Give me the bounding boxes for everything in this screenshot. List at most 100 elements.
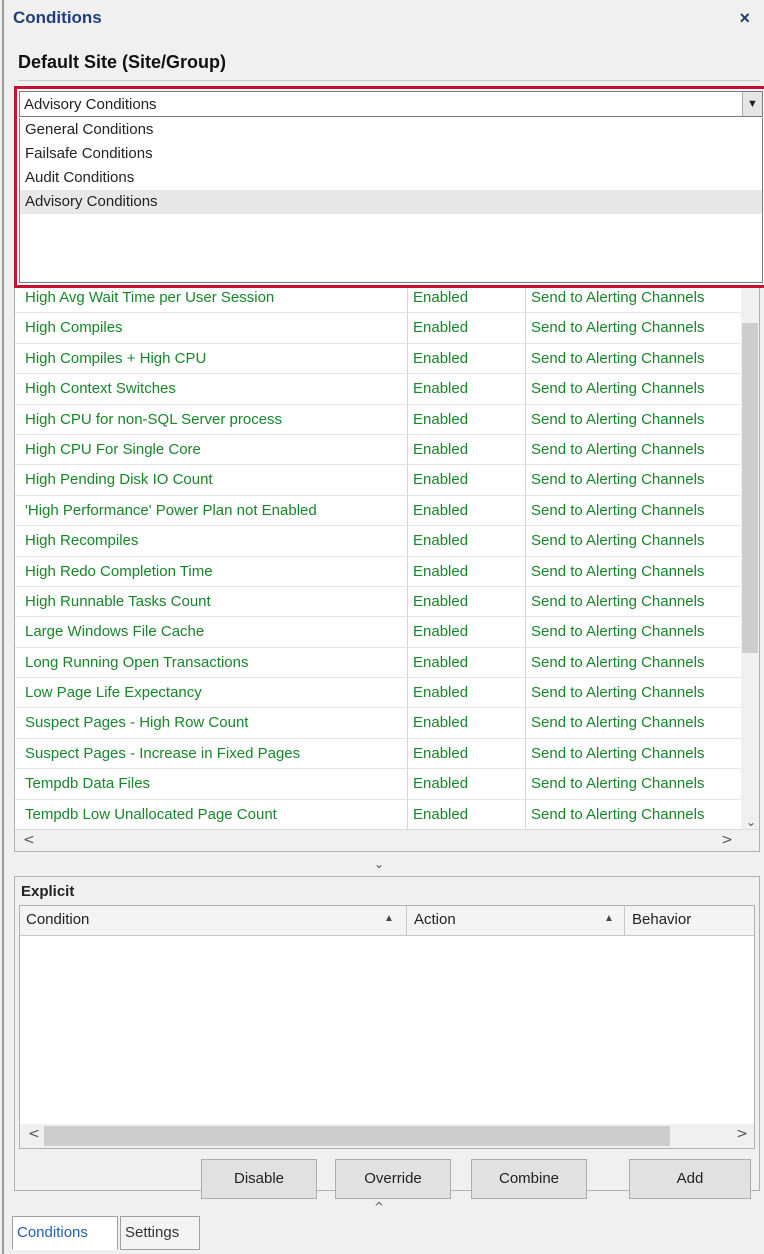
table-row[interactable]: High Compiles + High CPU Enabled Send to A… — [15, 343, 743, 375]
dropdown-option[interactable]: Advisory Conditions — [20, 190, 762, 214]
table-row[interactable]: Low Page Life Expectancy Enabled Send to A… — [15, 678, 743, 709]
table-row[interactable]: High Compiles Enabled Send to Alerting Cha… — [15, 313, 743, 344]
condition-name-cell: High Compiles + High CPU — [25, 349, 207, 367]
column-header-behavior[interactable]: Behavior — [632, 911, 691, 928]
condition-action-cell: Send to Alerting Channels — [531, 410, 705, 428]
vertical-scrollbar[interactable]: ⌄ — [741, 283, 759, 831]
column-divider — [407, 586, 408, 617]
column-divider — [407, 374, 408, 404]
tab-settings[interactable]: Settings — [120, 1216, 200, 1250]
column-divider — [407, 313, 408, 343]
table-row[interactable]: 'High Performance' Power Plan not Enable… — [15, 495, 743, 527]
add-button[interactable]: Add — [629, 1159, 751, 1199]
dropdown-option[interactable]: Failsafe Conditions — [20, 142, 762, 166]
dropdown-option[interactable]: Audit Conditions — [20, 166, 762, 190]
selected-condition-type: Advisory Conditions — [24, 96, 157, 113]
table-row[interactable]: Long Running Open Transactions Enabled Sen… — [15, 647, 743, 679]
site-group-label: Default Site (Site/Group) — [18, 52, 227, 72]
condition-action-cell: Send to Alerting Channels — [531, 805, 705, 823]
disable-button[interactable]: Disable — [201, 1159, 317, 1199]
column-divider — [407, 708, 408, 738]
combine-button[interactable]: Combine — [471, 1159, 587, 1199]
divider — [18, 80, 760, 81]
condition-status-cell: Enabled — [413, 714, 469, 732]
condition-action-cell: Send to Alerting Channels — [531, 653, 705, 671]
sort-asc-icon[interactable]: ▲ — [604, 913, 614, 924]
tab-conditions[interactable]: Conditions — [12, 1216, 118, 1250]
column-header-action[interactable]: Action — [414, 911, 456, 928]
scroll-right-icon[interactable]: > — [721, 832, 733, 848]
table-row[interactable]: Suspect Pages - Increase in Fixed Pages E… — [15, 738, 743, 770]
condition-name-cell: High Compiles — [25, 319, 123, 337]
condition-status-cell: Enabled — [413, 319, 469, 337]
table-row[interactable]: High CPU for non-SQL Server process Enabl… — [15, 404, 743, 435]
override-button[interactable]: Override — [335, 1159, 451, 1199]
condition-status-cell: Enabled — [413, 775, 469, 793]
column-divider — [407, 647, 408, 678]
condition-type-select[interactable]: Advisory Conditions ▼ — [19, 91, 763, 117]
explicit-grid: Condition ▲ Action ▲ Behavior < > — [19, 905, 755, 1149]
column-divider — [525, 434, 526, 465]
collapse-up-icon[interactable]: ^ — [374, 1200, 384, 1214]
condition-action-cell: Send to Alerting Channels — [531, 289, 705, 306]
dropdown-arrow-icon[interactable]: ▼ — [742, 92, 762, 116]
column-divider — [407, 678, 408, 708]
sort-asc-icon[interactable]: ▲ — [384, 913, 394, 924]
table-row[interactable]: High Redo Completion Time Enabled Send to … — [15, 556, 743, 587]
explicit-grid-header: Condition ▲ Action ▲ Behavior — [20, 906, 754, 936]
condition-action-cell: Send to Alerting Channels — [531, 380, 705, 398]
condition-action-cell: Send to Alerting Channels — [531, 471, 705, 489]
condition-name-cell: High Context Switches — [25, 380, 176, 398]
condition-name-cell: Suspect Pages - Increase in Fixed Pages — [25, 744, 301, 762]
condition-name-cell: High Recompiles — [25, 532, 139, 550]
condition-action-cell: Send to Alerting Channels — [531, 349, 705, 367]
table-row[interactable]: High Recompiles Enabled Send to Alerting C… — [15, 526, 743, 557]
column-divider — [525, 495, 526, 526]
condition-name-cell: High Runnable Tasks Count — [25, 592, 211, 610]
scroll-right-icon[interactable]: > — [736, 1126, 748, 1142]
condition-status-cell: Enabled — [413, 562, 469, 580]
explicit-horizontal-scrollbar[interactable]: < > — [20, 1124, 754, 1148]
scrollbar-thumb[interactable] — [742, 323, 758, 653]
condition-status-cell: Enabled — [413, 440, 469, 458]
table-row[interactable]: High Runnable Tasks Count Enabled Send to … — [15, 586, 743, 618]
condition-name-cell: Long Running Open Transactions — [25, 653, 249, 671]
column-divider — [525, 586, 526, 617]
collapse-down-icon[interactable]: ⌄ — [374, 857, 384, 871]
condition-type-dropdown-highlight: Advisory Conditions ▼ General Conditions… — [14, 86, 764, 288]
table-row[interactable]: High Context Switches Enabled Send to Aler… — [15, 374, 743, 405]
condition-status-cell: Enabled — [413, 805, 469, 823]
column-divider — [525, 374, 526, 404]
table-row[interactable]: High CPU For Single Core Enabled Send to A… — [15, 434, 743, 466]
table-row[interactable]: Tempdb Data Files Enabled Send to Alerting… — [15, 769, 743, 800]
scrollbar-thumb[interactable] — [44, 1126, 670, 1146]
horizontal-scrollbar[interactable]: < > — [15, 829, 759, 851]
condition-action-cell: Send to Alerting Channels — [531, 623, 705, 641]
column-divider — [407, 738, 408, 769]
scroll-down-icon[interactable]: ⌄ — [746, 815, 756, 829]
scroll-left-icon[interactable]: < — [23, 832, 35, 848]
column-divider — [525, 313, 526, 343]
explicit-button-bar: Disable Override Combine Add — [15, 1159, 759, 1199]
condition-action-cell: Send to Alerting Channels — [531, 714, 705, 732]
column-divider — [407, 434, 408, 465]
column-header-condition[interactable]: Condition — [26, 911, 89, 928]
table-row[interactable]: High Pending Disk IO Count Enabled Send to… — [15, 465, 743, 496]
condition-action-cell: Send to Alerting Channels — [531, 440, 705, 458]
dropdown-option[interactable]: General Conditions — [20, 118, 762, 142]
condition-status-cell: Enabled — [413, 532, 469, 550]
column-divider — [525, 526, 526, 556]
condition-status-cell: Enabled — [413, 289, 469, 306]
close-icon[interactable]: × — [739, 8, 750, 29]
condition-name-cell: Low Page Life Expectancy — [25, 684, 202, 702]
dropdown-options-list: General Conditions Failsafe Conditions Aud… — [19, 118, 763, 283]
table-row[interactable]: Suspect Pages - High Row Count Enabled Sen… — [15, 708, 743, 739]
table-row[interactable]: Large Windows File Cache Enabled Send to A… — [15, 617, 743, 648]
condition-action-cell: Send to Alerting Channels — [531, 562, 705, 580]
column-divider — [525, 738, 526, 769]
condition-name-cell: High Pending Disk IO Count — [25, 471, 213, 489]
scroll-left-icon[interactable]: < — [28, 1126, 40, 1142]
condition-name-cell: High Redo Completion Time — [25, 562, 213, 580]
table-row[interactable]: Tempdb Low Unallocated Page Count Enabled… — [15, 799, 743, 831]
conditions-panel: Conditions × Default Site (Site/Group) H… — [2, 0, 764, 1254]
